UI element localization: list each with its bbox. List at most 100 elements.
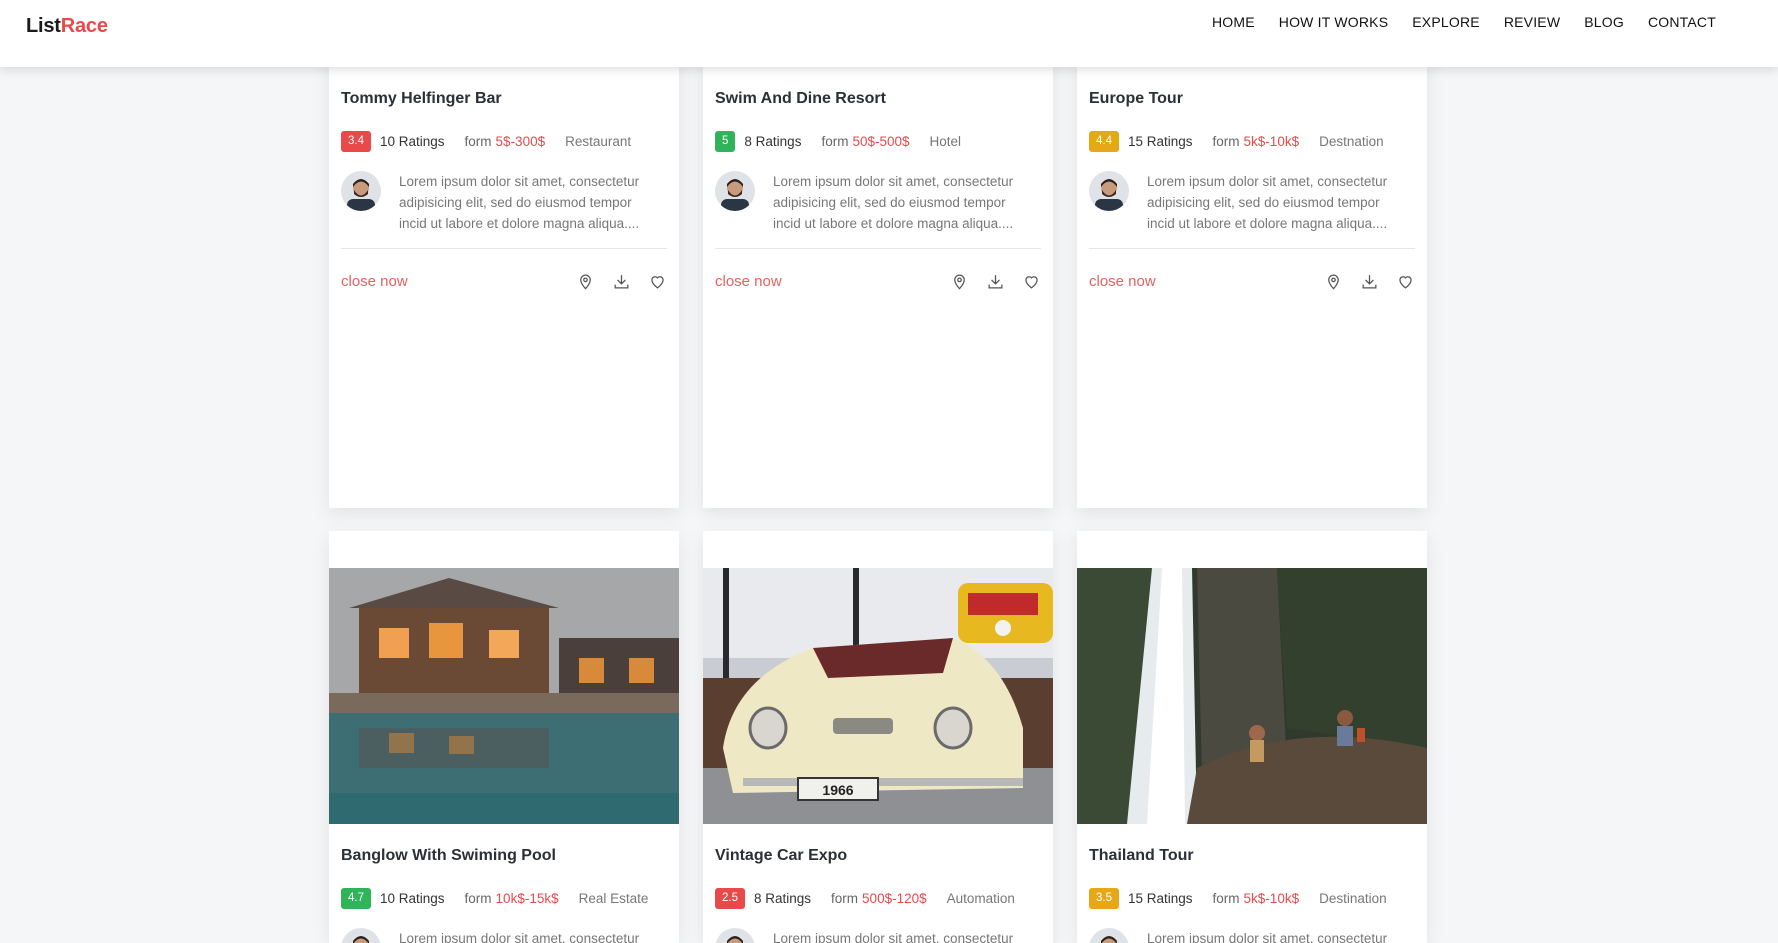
status-label: close now [341,273,408,290]
price-prefix: form [1212,133,1240,149]
card-meta: 3.5 15 Ratings form 5k$-10k$ Destination [1089,887,1415,909]
logo-main-text: List [26,15,61,37]
card-image-waterfall[interactable] [1077,568,1427,824]
rating-badge: 2.5 [715,887,745,909]
ratings-count: 8 Ratings [744,133,802,149]
listing-card[interactable]: Europe Tour 4.4 15 Ratings form 5k$-10k$… [1077,0,1427,508]
avatar[interactable] [341,928,381,943]
card-footer: close now [1089,249,1415,314]
avatar[interactable] [715,171,755,211]
listing-card[interactable]: Banglow With Swiming Pool 4.7 10 Ratings… [329,531,679,943]
nav-explore[interactable]: EXPLORE [1412,14,1480,30]
nav-review[interactable]: REVIEW [1504,14,1560,30]
location-pin-icon[interactable] [576,272,595,291]
nav-contact[interactable]: CONTACT [1648,14,1716,30]
ratings-count: 8 Ratings [754,890,812,906]
nav-blog[interactable]: BLOG [1584,14,1624,30]
category-label: Hotel [929,133,962,149]
rating-badge: 3.5 [1089,887,1119,909]
rating-badge: 4.7 [341,887,371,909]
avatar[interactable] [1089,171,1129,211]
price-range: 50$-500$ [852,133,910,149]
card-actions [576,272,667,291]
card-title[interactable]: Banglow With Swiming Pool [341,847,667,867]
category-label: Destination [1319,890,1387,906]
card-actions [1324,272,1415,291]
card-description-row: Lorem ipsum dolor sit amet, consectetur … [715,171,1041,234]
price-prefix: form [464,133,492,149]
price-prefix: form [821,133,849,149]
status-label: close now [715,273,782,290]
price-prefix: form [831,890,859,906]
card-title[interactable]: Vintage Car Expo [715,847,1041,867]
main-nav: HOME HOW IT WORKS EXPLORE REVIEW BLOG CO… [1212,14,1716,30]
card-description-row: Lorem ipsum dolor sit amet, consectetur [715,928,1041,943]
heart-icon[interactable] [1396,272,1415,291]
nav-home[interactable]: HOME [1212,14,1255,30]
rating-badge: 5 [715,130,736,152]
ratings-count: 10 Ratings [380,890,445,906]
card-description: Lorem ipsum dolor sit amet, consectetur [773,931,1014,943]
listing-card[interactable]: Thailand Tour 3.5 15 Ratings form 5k$-10… [1077,531,1427,943]
card-title[interactable]: Swim And Dine Resort [715,90,1041,110]
download-icon[interactable] [612,272,631,291]
logo[interactable]: ListRace [26,15,108,38]
card-description: Lorem ipsum dolor sit amet, consectetur [399,931,640,943]
location-pin-icon[interactable] [1324,272,1343,291]
rating-badge: 3.4 [341,130,371,152]
category-label: Restaurant [565,133,632,149]
category-label: Real Estate [578,890,649,906]
card-description-row: Lorem ipsum dolor sit amet, consectetur [341,928,667,943]
card-description-row: Lorem ipsum dolor sit amet, consectetur … [341,171,667,234]
ratings-count: 15 Ratings [1128,133,1193,149]
download-icon[interactable] [1360,272,1379,291]
card-meta: 4.4 15 Ratings form 5k$-10k$ Destnation [1089,130,1415,152]
price-range: 500$-120$ [862,890,927,906]
location-pin-icon[interactable] [950,272,969,291]
avatar[interactable] [1089,928,1129,943]
heart-icon[interactable] [1022,272,1041,291]
avatar[interactable] [341,171,381,211]
rating-badge: 4.4 [1089,130,1119,152]
status-label: close now [1089,273,1156,290]
card-footer: close now [341,249,667,314]
page: ListRace HOME HOW IT WORKS EXPLORE REVIE… [0,0,1778,943]
card-description: Lorem ipsum dolor sit amet, consectetur … [1147,174,1388,231]
listing-card[interactable]: 1966 Vintage Car Expo 2.5 8 Ratings form… [703,531,1053,943]
card-footer: close now [715,249,1041,314]
card-description: Lorem ipsum dolor sit amet, consectetur … [399,174,640,231]
ratings-count: 10 Ratings [380,133,445,149]
card-meta: 4.7 10 Ratings form 10k$-15k$ Real Estat… [341,887,667,909]
svg-text:1966: 1966 [822,782,853,798]
price-range: 10k$-15k$ [495,890,559,906]
card-title[interactable]: Thailand Tour [1089,847,1415,867]
card-description-row: Lorem ipsum dolor sit amet, consectetur [1089,928,1415,943]
card-title[interactable]: Tommy Helfinger Bar [341,90,667,110]
listing-card[interactable]: Tommy Helfinger Bar 3.4 10 Ratings form … [329,0,679,508]
card-description: Lorem ipsum dolor sit amet, consectetur [1147,931,1388,943]
card-meta: 2.5 8 Ratings form 500$-120$ Automation [715,887,1041,909]
nav-how-it-works[interactable]: HOW IT WORKS [1279,14,1388,30]
price-range: 5$-300$ [495,133,546,149]
card-actions [950,272,1041,291]
card-image-vintage-car[interactable]: 1966 [703,568,1053,824]
card-image-bungalow[interactable] [329,568,679,824]
download-icon[interactable] [986,272,1005,291]
logo-accent-text: Race [60,15,108,37]
card-meta: 3.4 10 Ratings form 5$-300$ Restaurant [341,130,667,152]
avatar[interactable] [715,928,755,943]
category-label: Destnation [1319,133,1384,149]
card-description: Lorem ipsum dolor sit amet, consectetur … [773,174,1014,231]
price-range: 5k$-10k$ [1243,890,1300,906]
price-range: 5k$-10k$ [1243,133,1300,149]
ratings-count: 15 Ratings [1128,890,1193,906]
card-description-row: Lorem ipsum dolor sit amet, consectetur … [1089,171,1415,234]
heart-icon[interactable] [648,272,667,291]
card-meta: 5 8 Ratings form 50$-500$ Hotel [715,130,1041,152]
site-header: ListRace HOME HOW IT WORKS EXPLORE REVIE… [0,0,1778,67]
price-prefix: form [1212,890,1240,906]
listing-card[interactable]: Swim And Dine Resort 5 8 Ratings form 50… [703,0,1053,508]
category-label: Automation [946,890,1015,906]
card-title[interactable]: Europe Tour [1089,90,1415,110]
price-prefix: form [464,890,492,906]
